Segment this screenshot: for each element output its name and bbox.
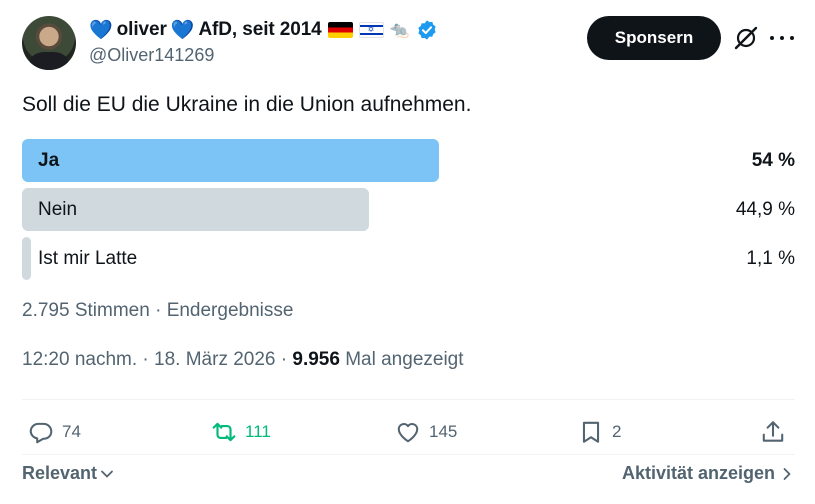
author-handle[interactable]: @Oliver141269 [89, 45, 214, 66]
reply-button[interactable]: 74 [28, 418, 81, 446]
author-name-row[interactable]: 💙 oliver 💙 AfD, seit 2014 ✡ 🐀 [89, 17, 438, 43]
verified-badge-icon[interactable] [416, 19, 438, 41]
tweet-timestamp[interactable]: 12:20 nachm. · 18. März 2026 · 9.956 Mal… [22, 349, 464, 371]
blue-heart-icon: 💙 [170, 19, 195, 41]
divider [22, 399, 795, 400]
reply-icon [29, 422, 53, 444]
activity-label: Aktivität anzeigen [621, 463, 775, 483]
poll-bar [22, 237, 31, 280]
poll-option: Nein 44,9 % [22, 188, 795, 231]
reply-count: 74 [62, 422, 81, 441]
poll-bar [22, 139, 439, 182]
bookmark-count: 2 [612, 422, 622, 441]
view-activity-link[interactable]: Aktivität anzeigen [622, 463, 793, 484]
bookmark-button[interactable]: 2 [578, 418, 621, 446]
separator-dot: · [155, 300, 167, 321]
poll-summary: 2.795 Stimmen · Endergebnisse [22, 300, 293, 322]
poll-option-percent: 54 % [751, 150, 795, 171]
avatar[interactable] [22, 16, 76, 70]
poll-option-label: Nein [38, 199, 78, 220]
poll-option-label: Ist mir Latte [38, 248, 138, 269]
poll-option: Ja 54 % [22, 139, 795, 182]
view-count-label: Mal angezeigt [345, 349, 464, 370]
repost-button[interactable]: 111 [211, 418, 271, 446]
tweet-text: Soll die EU die Ukraine in die Union auf… [22, 93, 472, 116]
sort-replies-dropdown[interactable]: Relevant [22, 463, 115, 484]
share-button[interactable] [760, 418, 786, 446]
bookmark-icon [582, 421, 600, 443]
germany-flag-icon [327, 22, 353, 38]
sponsor-button[interactable]: Sponsern [587, 16, 721, 60]
display-name[interactable]: oliver [117, 19, 167, 41]
israel-flag-icon: ✡ [358, 22, 384, 38]
display-name-suffix[interactable]: AfD, seit 2014 [198, 19, 321, 41]
poll-option-label: Ja [38, 150, 60, 171]
chevron-right-icon [783, 467, 791, 480]
sort-label: Relevant [22, 463, 98, 483]
tweet-time[interactable]: 12:20 nachm. [22, 349, 137, 370]
grok-icon[interactable] [733, 25, 759, 51]
rat-icon: 🐀 [389, 22, 410, 39]
poll-option-percent: 44,9 % [735, 199, 795, 220]
poll-status: Endergebnisse [166, 300, 294, 321]
more-options-icon[interactable] [770, 27, 794, 49]
view-count: 9.956 [292, 349, 340, 370]
repost-icon [212, 422, 236, 442]
poll-option: Ist mir Latte 1,1 % [22, 237, 795, 280]
separator-dot: · [142, 349, 155, 370]
repost-count: 111 [245, 422, 271, 441]
like-count: 145 [429, 422, 458, 441]
tweet-date[interactable]: 18. März 2026 [154, 349, 275, 370]
blue-heart-icon: 💙 [89, 19, 113, 41]
separator-dot: · [280, 349, 293, 370]
like-button[interactable]: 145 [395, 418, 457, 446]
divider [22, 454, 795, 455]
poll-option-percent: 1,1 % [746, 248, 795, 269]
chevron-down-icon [101, 470, 113, 477]
poll-vote-count: 2.795 Stimmen [22, 300, 150, 321]
share-icon [762, 421, 784, 442]
heart-icon [397, 423, 419, 443]
